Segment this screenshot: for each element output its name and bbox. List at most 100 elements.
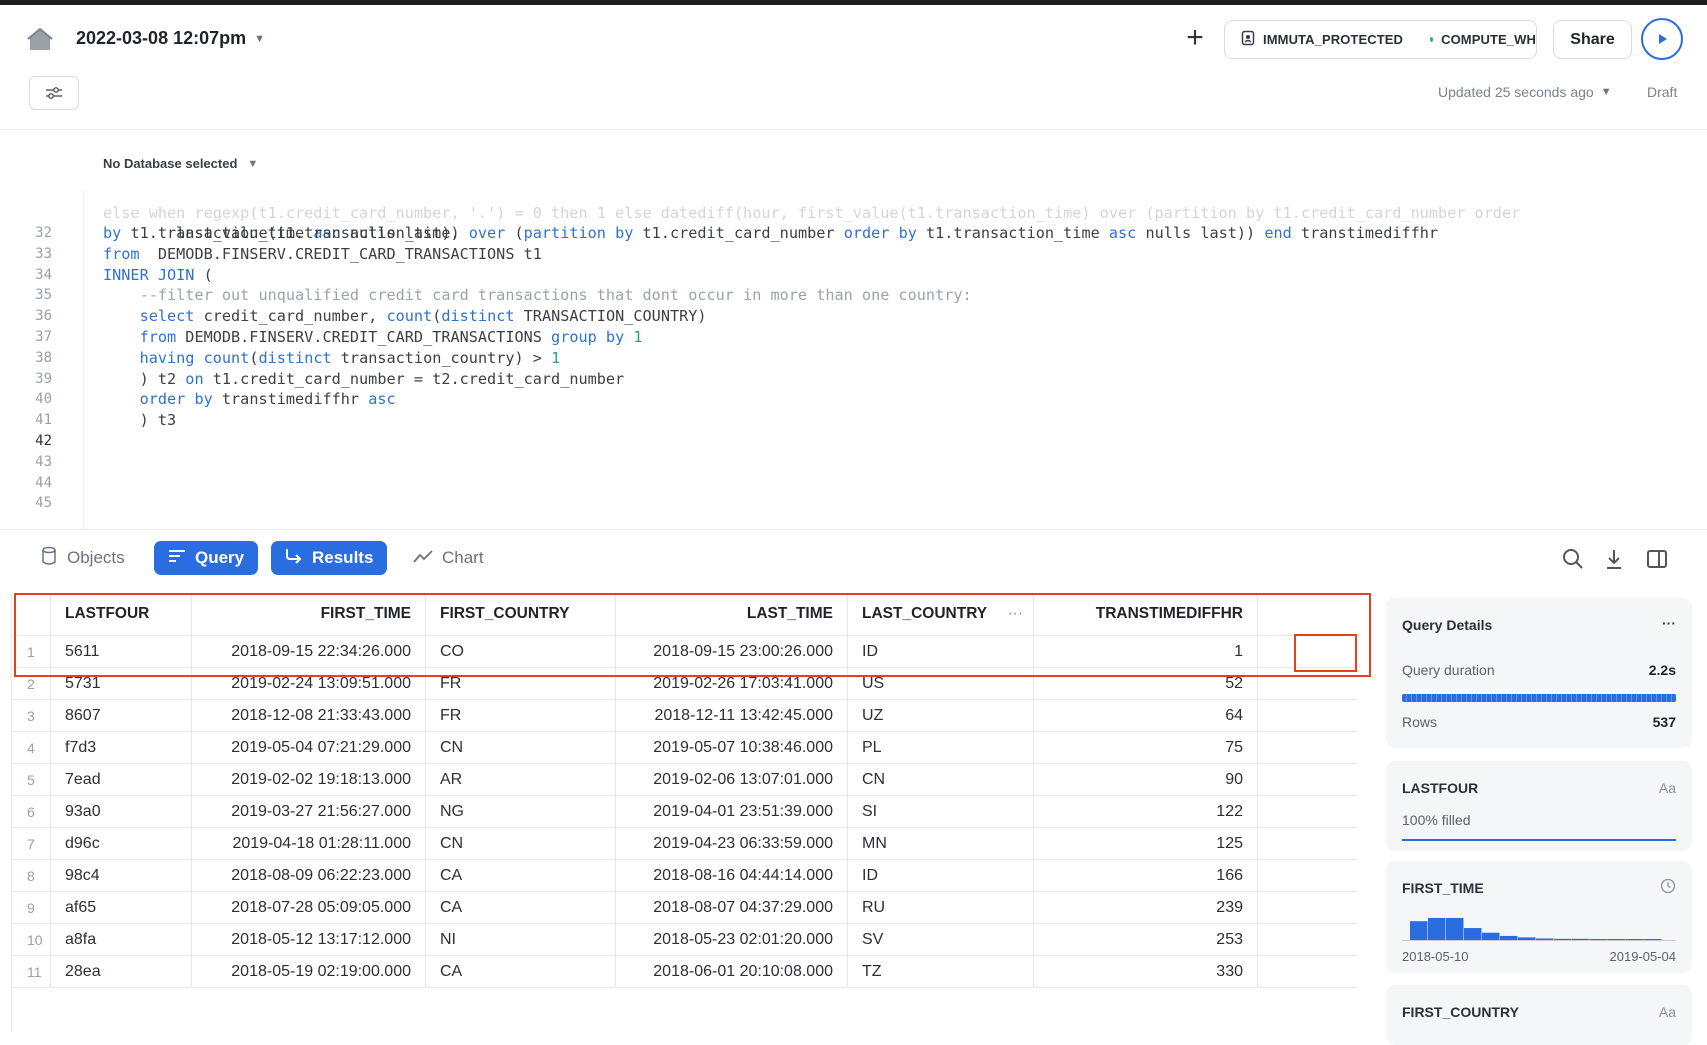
table-row[interactable]: 10 a8fa 2018-05-12 13:17:12.000 NI 2018-05-2… [12,924,1358,956]
column-header-label: TRANSTIMEDIFFHR [1095,605,1243,622]
code-text: --filter out unqualified credit card tra… [103,286,972,305]
column-card-first-country[interactable]: FIRST_COUNTRY Aa [1386,985,1692,1045]
row-index: 1 [12,636,51,667]
download-icon[interactable] [1602,547,1626,571]
plus-icon[interactable]: + [1178,22,1212,56]
line-number: 32 [35,225,52,241]
database-icon [40,546,58,571]
column-header[interactable]: LAST_TIME [616,593,848,635]
database-selector[interactable]: No Database selected ▼ [103,156,258,171]
updated-status[interactable]: Updated 25 seconds ago ▼ [1438,84,1612,100]
table-cell: 239 [1034,892,1258,923]
column-card-title: FIRST_COUNTRY [1402,1004,1519,1020]
table-row[interactable]: 11 28ea 2018-05-19 02:19:00.000 CA 2018-06-0… [12,956,1358,988]
line-number: 42 [35,433,52,449]
column-header[interactable]: LASTFOUR [51,593,192,635]
column-card-first-time[interactable]: FIRST_TIME 2018-05-10 2019-05-04 [1386,861,1692,973]
code-text: order by transtimediffhr asc [139,390,396,409]
table-cell: 2019-04-18 01:28:11.000 [192,828,426,859]
table-cell: ID [848,636,1034,667]
tab-query[interactable]: Query [154,541,259,575]
filled-track [1402,839,1676,841]
split-panel-icon[interactable] [1645,547,1669,571]
context-selector-button[interactable]: IMMUTA_PROTECTED COMPUTE_WH [1224,20,1537,59]
table-row[interactable]: 3 8607 2018-12-08 21:33:43.000 FR 2018-12-11… [12,700,1358,732]
row-index: 2 [12,668,51,699]
run-icon[interactable] [1641,18,1683,60]
row-index: 4 [12,732,51,763]
share-button[interactable]: Share [1553,20,1632,59]
line-number: 39 [35,370,52,387]
line-number: 37 [35,329,52,345]
table-cell: CN [848,764,1034,795]
duration-value: 2.2s [1648,662,1676,678]
query-details-card: Query Details ··· Query duration 2.2s Ro… [1386,598,1692,748]
filter-settings-icon[interactable] [29,76,79,110]
column-header[interactable]: FIRST_TIME [192,593,426,635]
home-icon[interactable] [25,26,55,52]
table-cell: 2019-04-01 23:51:39.000 [616,796,848,827]
rows-value: 537 [1652,714,1676,730]
worksheet-title[interactable]: 2022-03-08 12:07pm ▼ [76,28,265,49]
table-row[interactable]: 4 f7d3 2019-05-04 07:21:29.000 CN 2019-05-07… [12,732,1358,764]
chevron-down-icon: ▼ [1600,86,1612,98]
filled-bar [1402,839,1676,841]
table-cell: 98c4 [51,860,192,891]
tab-objects[interactable]: Objects [26,541,139,575]
table-row[interactable]: 2 5731 2019-02-24 13:09:51.000 FR 2019-02-26… [12,668,1358,700]
rows-label: Rows [1402,714,1438,730]
warehouse-label: COMPUTE_WH [1441,32,1536,47]
updated-text: Updated 25 seconds ago [1438,84,1594,100]
histogram-bar [1482,932,1500,941]
column-card-lastfour[interactable]: LASTFOUR Aa 100% filled [1386,761,1692,851]
row-index: 7 [12,828,51,859]
column-header-label: LAST_COUNTRY [862,605,988,622]
table-cell: 2018-09-15 23:00:26.000 [616,636,848,667]
row-index: 10 [12,924,51,955]
code-line: 41 ) t3 [0,409,1707,431]
column-card-title: FIRST_TIME [1402,880,1484,896]
search-icon[interactable] [1561,547,1585,571]
table-cell: 2018-08-09 06:22:23.000 [192,860,426,891]
line-number: 38 [35,349,52,366]
more-menu-icon[interactable]: ··· [1662,615,1676,631]
sql-editor[interactable]: else when regexp(t1.credit_card_number, … [0,190,1707,530]
table-row[interactable]: 6 93a0 2019-03-27 21:56:27.000 NG 2019-04-01… [12,796,1358,828]
table-cell: 75 [1034,732,1258,763]
table-cell: 2019-03-27 21:56:27.000 [192,796,426,827]
table-cell: 2018-12-11 13:42:45.000 [616,700,848,731]
column-header[interactable]: LAST_COUNTRY ··· [848,593,1034,635]
table-row[interactable]: 5 7ead 2019-02-02 19:18:13.000 AR 2019-02-06… [12,764,1358,796]
table-row[interactable]: 9 af65 2018-07-28 05:09:05.000 CA 2018-08-07… [12,892,1358,924]
column-header[interactable]: TRANSTIMEDIFFHR [1034,593,1258,635]
row-index: 5 [12,764,51,795]
table-cell: d96c [51,828,192,859]
line-number: 44 [35,474,52,491]
column-menu-icon[interactable]: ··· [1008,605,1024,623]
row-index: 8 [12,860,51,891]
draft-label: Draft [1647,84,1678,100]
table-cell: SI [848,796,1034,827]
table-cell: 2018-09-15 22:34:26.000 [192,636,426,667]
code-line: 45 [0,492,1707,514]
column-header[interactable]: FIRST_COUNTRY [426,593,616,635]
table-cell: CA [426,860,616,891]
tab-results[interactable]: Results [271,541,388,575]
line-number: 34 [35,266,52,283]
table-row[interactable]: 7 d96c 2019-04-18 01:28:11.000 CN 2019-04-23… [12,828,1358,860]
table-cell: 2018-07-28 05:09:05.000 [192,892,426,923]
row-index: 9 [12,892,51,923]
tab-chart[interactable]: Chart [399,541,498,575]
table-cell: PL [848,732,1034,763]
table-cell: NG [426,796,616,827]
tab-label: Query [195,548,245,567]
table-row[interactable]: 8 98c4 2018-08-09 06:22:23.000 CA 2018-08-16… [12,860,1358,892]
table-cell: 2019-05-07 10:38:46.000 [616,732,848,763]
table-row[interactable]: 1 5611 2018-09-15 22:34:26.000 CO 2018-09-15… [12,636,1358,668]
table-cell: CN [426,828,616,859]
table-cell: RU [848,892,1034,923]
table-cell: NI [426,924,616,955]
table-cell: 122 [1034,796,1258,827]
code-line: 43 [0,451,1707,473]
table-cell: FR [426,668,616,699]
